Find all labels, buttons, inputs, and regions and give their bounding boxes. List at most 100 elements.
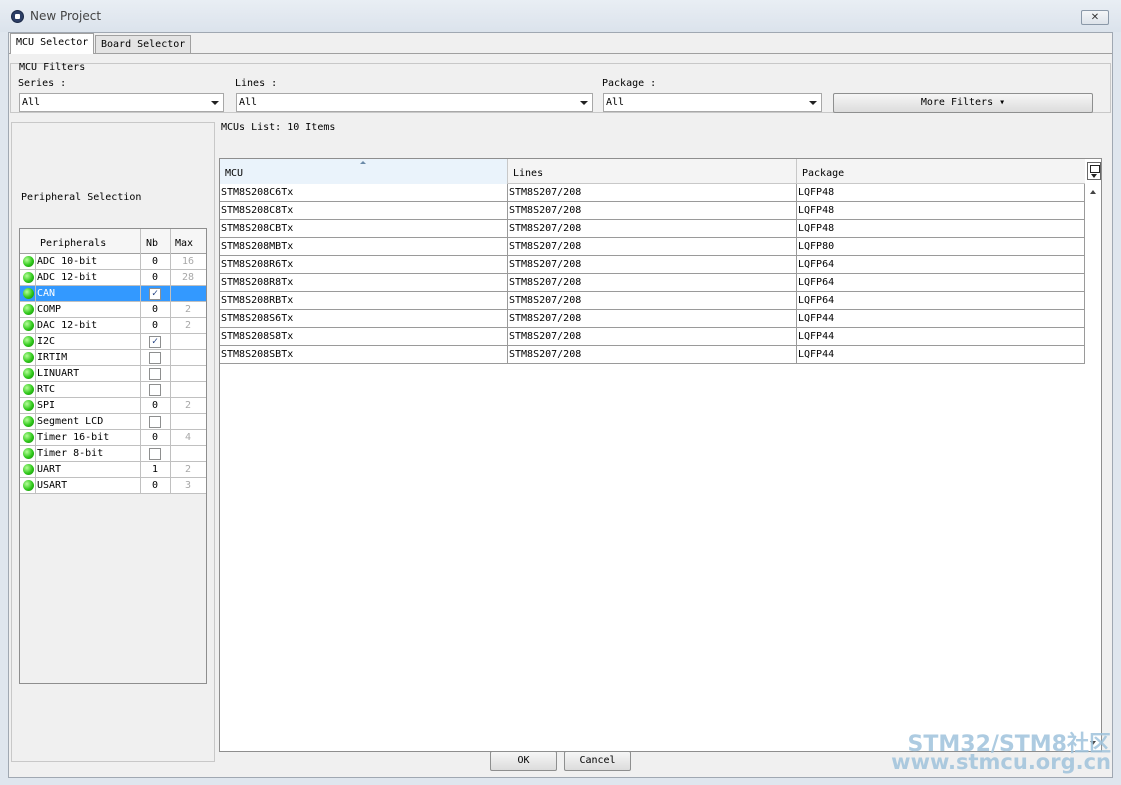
package-cell: LQFP64 [797, 292, 1085, 310]
status-led-icon [23, 352, 34, 363]
peripheral-name: USART [37, 480, 68, 491]
peripheral-row[interactable]: Timer 8-bit [20, 446, 206, 462]
peripherals-column-header[interactable]: Peripherals [40, 238, 106, 249]
peripheral-nb[interactable]: 0 [140, 320, 170, 331]
peripheral-name: CAN [37, 288, 56, 299]
dialog-body: MCU Selector Board Selector MCU Filters … [8, 32, 1113, 778]
lines-cell: STM8S207/208 [508, 202, 797, 220]
nb-column-header[interactable]: Nb [146, 238, 158, 249]
peripheral-checkbox[interactable]: ✓ [149, 336, 161, 348]
table-row[interactable]: STM8S208SBTx STM8S207/208 LQFP44 [220, 346, 1085, 364]
peripheral-row[interactable]: CAN ✓ [20, 286, 206, 302]
peripheral-nb[interactable]: 0 [140, 432, 170, 443]
lines-column-header[interactable]: Lines [508, 159, 797, 184]
column-divider [35, 414, 36, 430]
package-combo[interactable]: All [603, 93, 822, 112]
column-divider [170, 229, 171, 254]
peripheral-checkbox[interactable] [149, 352, 161, 364]
scroll-up-icon[interactable] [1090, 190, 1096, 194]
status-led-icon [23, 272, 34, 283]
peripheral-checkbox[interactable] [149, 384, 161, 396]
peripheral-nb[interactable]: 0 [140, 480, 170, 491]
close-button[interactable]: ✕ [1081, 10, 1109, 25]
peripheral-row[interactable]: IRTIM [20, 350, 206, 366]
tab-panel: MCU Filters Series : All Lines : All Pac… [9, 53, 1112, 762]
package-cell: LQFP44 [797, 310, 1085, 328]
column-divider [35, 478, 36, 494]
column-divider [140, 446, 141, 462]
peripheral-row[interactable]: LINUART [20, 366, 206, 382]
status-led-icon [23, 384, 34, 395]
table-row[interactable]: STM8S208C8Tx STM8S207/208 LQFP48 [220, 202, 1085, 220]
series-value: All [22, 97, 41, 108]
peripheral-row[interactable]: UART 1 2 [20, 462, 206, 478]
status-led-icon [23, 416, 34, 427]
mcu-list-table: MCU Lines Package STM8S208C6Tx STM8S207/2… [219, 158, 1102, 752]
peripheral-row[interactable]: RTC [20, 382, 206, 398]
tab-mcu-selector[interactable]: MCU Selector [10, 33, 95, 54]
mcu-table-header: MCU Lines Package [220, 159, 1085, 184]
peripheral-checkbox[interactable] [149, 416, 161, 428]
peripheral-nb[interactable]: 0 [140, 272, 170, 283]
status-led-icon [23, 480, 34, 491]
lines-cell: STM8S207/208 [508, 274, 797, 292]
peripheral-checkbox[interactable] [149, 368, 161, 380]
mcu-cell: STM8S208C8Tx [220, 202, 508, 220]
app-icon [11, 10, 24, 23]
peripheral-name: UART [37, 464, 62, 475]
peripheral-row[interactable]: DAC 12-bit 0 2 [20, 318, 206, 334]
mcu-cell: STM8S208R8Tx [220, 274, 508, 292]
package-value: All [606, 97, 625, 108]
peripheral-row[interactable]: Timer 16-bit 0 4 [20, 430, 206, 446]
cancel-button[interactable]: Cancel [564, 751, 631, 771]
table-row[interactable]: STM8S208S6Tx STM8S207/208 LQFP44 [220, 310, 1085, 328]
table-row[interactable]: STM8S208R6Tx STM8S207/208 LQFP64 [220, 256, 1085, 274]
peripheral-nb[interactable]: 0 [140, 256, 170, 267]
table-row[interactable]: STM8S208R8Tx STM8S207/208 LQFP64 [220, 274, 1085, 292]
lines-combo[interactable]: All [236, 93, 593, 112]
peripheral-checkbox[interactable]: ✓ [149, 288, 161, 300]
peripheral-row[interactable]: ADC 12-bit 0 28 [20, 270, 206, 286]
peripheral-name: IRTIM [37, 352, 68, 363]
table-row[interactable]: STM8S208C6Tx STM8S207/208 LQFP48 [220, 184, 1085, 202]
peripheral-row[interactable]: COMP 0 2 [20, 302, 206, 318]
table-row[interactable]: STM8S208MBTx STM8S207/208 LQFP80 [220, 238, 1085, 256]
column-divider [35, 382, 36, 398]
series-combo[interactable]: All [19, 93, 224, 112]
column-divider [140, 334, 141, 350]
peripheral-nb[interactable]: 1 [140, 464, 170, 475]
peripheral-row[interactable]: Segment LCD [20, 414, 206, 430]
column-divider [35, 398, 36, 414]
table-row[interactable]: STM8S208RBTx STM8S207/208 LQFP64 [220, 292, 1085, 310]
table-row[interactable]: STM8S208CBTx STM8S207/208 LQFP48 [220, 220, 1085, 238]
column-picker-icon[interactable] [1087, 162, 1101, 180]
column-divider [140, 286, 141, 302]
tab-board-selector[interactable]: Board Selector [95, 35, 192, 54]
package-column-header[interactable]: Package [797, 159, 1085, 184]
lines-cell: STM8S207/208 [508, 220, 797, 238]
column-divider [170, 414, 171, 430]
peripheral-checkbox[interactable] [149, 448, 161, 460]
lines-cell: STM8S207/208 [508, 292, 797, 310]
peripheral-nb[interactable]: 0 [140, 304, 170, 315]
package-cell: LQFP48 [797, 202, 1085, 220]
ok-button[interactable]: OK [490, 751, 557, 771]
peripheral-nb[interactable]: 0 [140, 400, 170, 411]
mcu-column-header[interactable]: MCU [220, 159, 508, 184]
package-label: Package : [602, 78, 657, 89]
mcu-cell: STM8S208SBTx [220, 346, 508, 364]
peripheral-row[interactable]: ADC 10-bit 0 16 [20, 254, 206, 270]
vertical-scrollbar[interactable] [1086, 184, 1101, 751]
status-led-icon [23, 256, 34, 267]
peripheral-row[interactable]: USART 0 3 [20, 478, 206, 494]
status-led-icon [23, 432, 34, 443]
lines-column-label: Lines [513, 168, 544, 179]
peripheral-row[interactable]: I2C ✓ [20, 334, 206, 350]
table-row[interactable]: STM8S208S8Tx STM8S207/208 LQFP44 [220, 328, 1085, 346]
peripheral-row[interactable]: SPI 0 2 [20, 398, 206, 414]
peripheral-name: ADC 10-bit [37, 256, 98, 267]
more-filters-button[interactable]: More Filters ▾ [833, 93, 1093, 113]
mcu-cell: STM8S208CBTx [220, 220, 508, 238]
max-column-header[interactable]: Max [175, 238, 193, 249]
peripheral-name: Timer 16-bit [37, 432, 110, 443]
